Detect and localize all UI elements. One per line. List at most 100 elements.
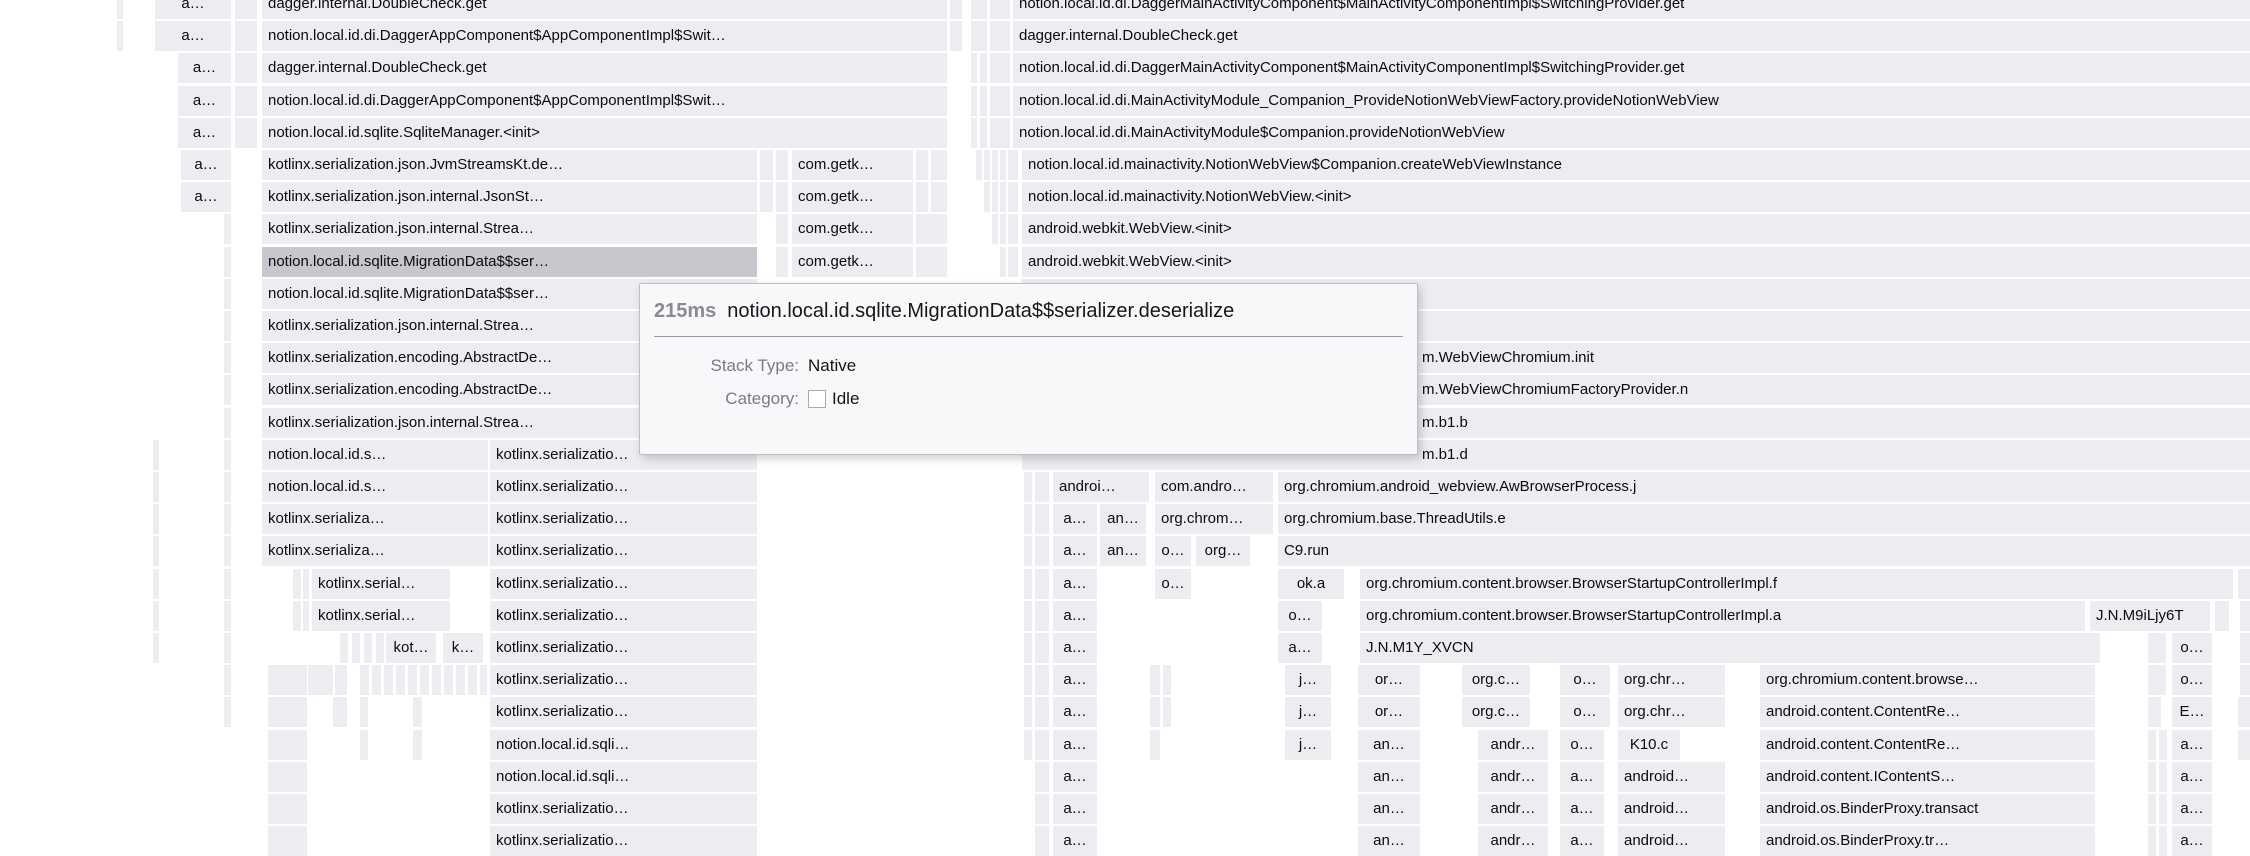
stack-frame[interactable] <box>1008 150 1018 180</box>
stack-frame[interactable] <box>456 665 465 695</box>
stack-frame[interactable]: a… <box>1053 665 1097 695</box>
stack-frame[interactable] <box>235 86 257 116</box>
stack-frame[interactable] <box>1035 697 1049 727</box>
stack-frame[interactable]: a… <box>1053 794 1097 824</box>
stack-frame[interactable]: an… <box>1358 762 1420 792</box>
stack-frame[interactable] <box>1035 665 1049 695</box>
stack-frame[interactable] <box>376 633 384 663</box>
stack-frame[interactable]: o… <box>1560 697 1610 727</box>
stack-frame[interactable] <box>224 601 231 631</box>
stack-frame[interactable] <box>268 794 307 824</box>
stack-frame[interactable] <box>117 21 123 51</box>
stack-frame[interactable] <box>303 569 309 599</box>
stack-frame[interactable]: J.N.M1Y_XVCN <box>1360 633 2100 663</box>
stack-frame[interactable] <box>1008 214 1018 244</box>
stack-frame[interactable]: j… <box>1285 697 1331 727</box>
stack-frame[interactable] <box>1035 601 1049 631</box>
stack-frame[interactable] <box>931 150 947 180</box>
stack-frame[interactable]: o… <box>1560 665 1610 695</box>
stack-frame[interactable]: org… <box>1196 536 1250 566</box>
stack-frame[interactable]: notion.local.id.di.DaggerMainActivityCom… <box>1013 53 2250 83</box>
stack-frame[interactable]: andr… <box>1478 762 1548 792</box>
stack-frame[interactable]: android.content.IContentS… <box>1760 762 2095 792</box>
stack-frame[interactable]: android… <box>1618 762 1725 792</box>
stack-frame[interactable] <box>776 182 788 212</box>
stack-frame[interactable] <box>950 21 962 51</box>
stack-frame[interactable]: an… <box>1100 504 1146 534</box>
stack-frame[interactable]: kotlinx.serializa… <box>262 536 488 566</box>
stack-frame[interactable] <box>990 53 1010 83</box>
stack-frame[interactable] <box>1035 472 1049 502</box>
stack-frame[interactable] <box>2148 665 2166 695</box>
stack-frame[interactable] <box>340 633 348 663</box>
stack-frame[interactable] <box>224 665 231 695</box>
stack-frame[interactable]: kotlinx.serialization.json.internal.Stre… <box>262 214 757 244</box>
stack-frame[interactable] <box>372 665 381 695</box>
stack-frame[interactable] <box>984 182 990 212</box>
stack-frame[interactable] <box>2148 730 2156 760</box>
stack-frame[interactable]: org.chromium.content.browser.BrowserStar… <box>1360 601 2085 631</box>
stack-frame[interactable] <box>2240 633 2250 663</box>
stack-frame[interactable] <box>2159 826 2167 856</box>
stack-frame[interactable]: a… <box>1053 601 1097 631</box>
stack-frame[interactable]: a… <box>1053 730 1097 760</box>
stack-frame[interactable] <box>235 0 257 19</box>
stack-frame[interactable]: kot… <box>386 633 436 663</box>
stack-frame[interactable]: a… <box>2172 762 2212 792</box>
stack-frame[interactable]: notion.local.id.s… <box>262 472 488 502</box>
stack-frame[interactable] <box>480 665 487 695</box>
stack-frame[interactable] <box>992 150 998 180</box>
stack-frame[interactable]: or… <box>1358 665 1420 695</box>
stack-frame[interactable] <box>308 665 333 695</box>
stack-frame[interactable] <box>364 633 372 663</box>
stack-frame[interactable] <box>224 697 231 727</box>
stack-frame[interactable] <box>444 665 453 695</box>
stack-frame[interactable] <box>224 214 231 244</box>
stack-frame[interactable] <box>268 826 307 856</box>
stack-frame[interactable] <box>224 408 231 438</box>
stack-frame[interactable]: andr… <box>1478 730 1548 760</box>
stack-frame[interactable] <box>1024 504 1032 534</box>
stack-frame[interactable] <box>224 504 231 534</box>
stack-frame[interactable]: an… <box>1358 730 1420 760</box>
stack-frame[interactable] <box>980 53 987 83</box>
stack-frame[interactable]: org.c… <box>1462 665 1530 695</box>
stack-frame[interactable] <box>153 440 159 470</box>
stack-frame[interactable]: a… <box>1560 762 1604 792</box>
stack-frame[interactable] <box>384 665 393 695</box>
stack-frame[interactable] <box>268 665 307 695</box>
stack-frame[interactable] <box>224 440 231 470</box>
stack-frame[interactable] <box>916 150 928 180</box>
stack-frame[interactable] <box>360 665 369 695</box>
stack-frame[interactable] <box>990 21 1010 51</box>
stack-frame[interactable]: android.webkit.WebView.<init> <box>1022 214 2250 244</box>
stack-frame[interactable]: org.chromium.android_webview.AwBrowserPr… <box>1278 472 2250 502</box>
stack-frame[interactable] <box>235 21 257 51</box>
stack-frame[interactable] <box>268 697 307 727</box>
stack-frame[interactable] <box>1035 536 1049 566</box>
stack-frame[interactable] <box>153 472 159 502</box>
stack-frame[interactable] <box>420 665 429 695</box>
stack-frame[interactable]: k… <box>443 633 483 663</box>
stack-frame[interactable] <box>971 0 987 19</box>
stack-frame[interactable]: kotlinx.serializatio… <box>490 794 757 824</box>
stack-frame[interactable] <box>1035 762 1049 792</box>
stack-frame[interactable]: o… <box>1560 730 1604 760</box>
stack-frame[interactable]: com.getk… <box>792 182 913 212</box>
stack-frame[interactable]: kotlinx.serializatio… <box>490 601 757 631</box>
stack-frame[interactable]: org.chromium.base.ThreadUtils.e <box>1278 504 2250 534</box>
stack-frame[interactable] <box>396 665 405 695</box>
stack-frame[interactable] <box>971 86 977 116</box>
stack-frame[interactable] <box>2159 730 2167 760</box>
stack-frame[interactable] <box>1024 601 1032 631</box>
stack-frame[interactable] <box>224 247 231 277</box>
stack-frame[interactable]: android.os.BinderProxy.tr… <box>1760 826 2095 856</box>
stack-frame[interactable]: com.getk… <box>792 247 913 277</box>
stack-frame[interactable]: notion.local.id.di.DaggerMainActivityCom… <box>1013 0 2250 19</box>
stack-frame[interactable] <box>1035 794 1049 824</box>
stack-frame[interactable] <box>360 730 368 760</box>
stack-frame[interactable] <box>333 697 347 727</box>
stack-frame[interactable] <box>950 0 962 19</box>
stack-frame[interactable]: a… <box>155 0 231 19</box>
stack-frame[interactable] <box>235 118 257 148</box>
